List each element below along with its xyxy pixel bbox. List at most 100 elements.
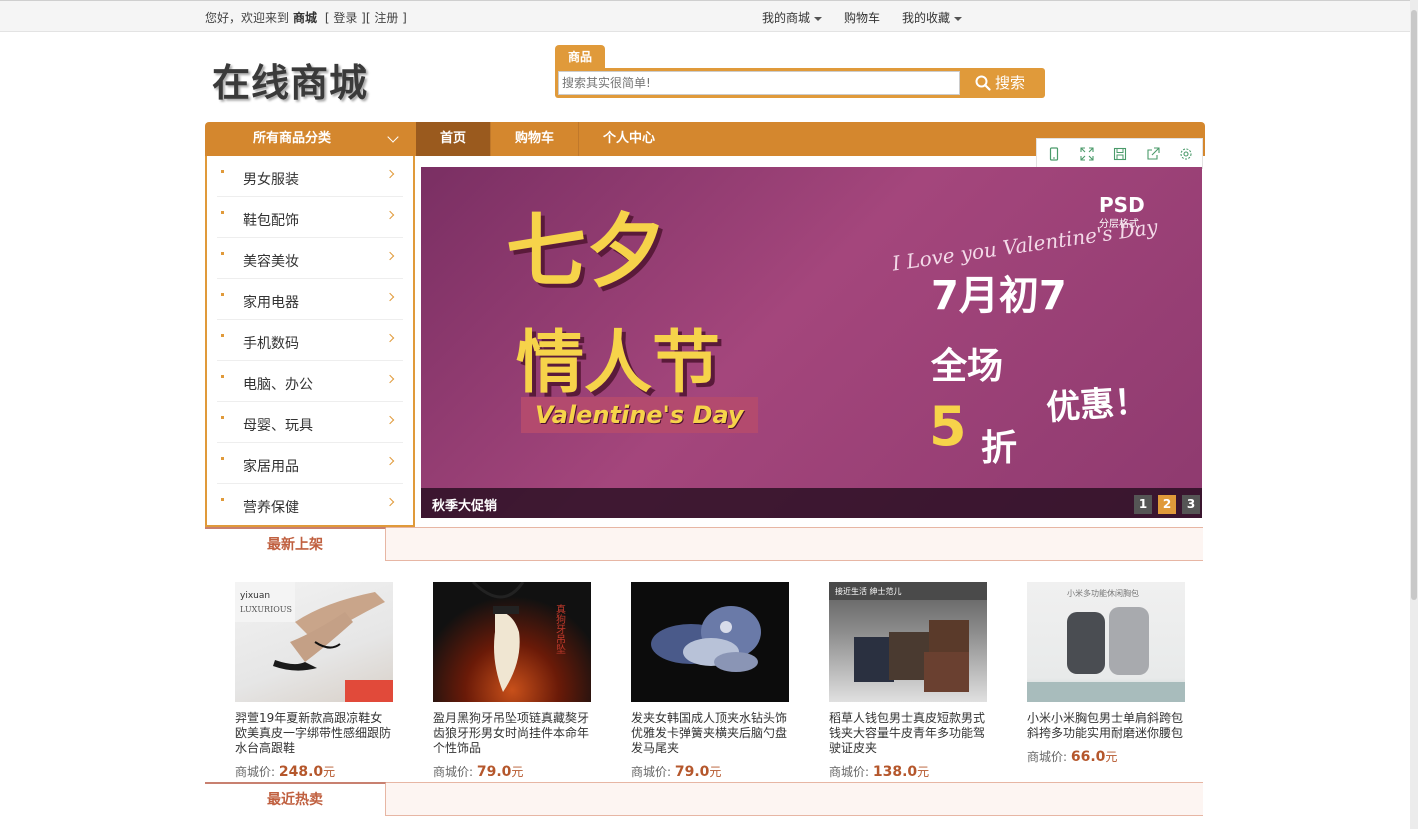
chevron-right-icon	[385, 497, 395, 507]
search-bar: 搜索	[555, 68, 1045, 98]
nav-cart[interactable]: 购物车	[491, 122, 580, 156]
all-categories-label: 所有商品分类	[253, 131, 332, 146]
svg-text:LUXURIOUS: LUXURIOUS	[240, 605, 292, 614]
search-tab[interactable]: 商品	[555, 45, 605, 69]
category-label: 电脑、办公	[243, 377, 313, 393]
greeting-text: 您好，欢迎来到	[205, 11, 290, 25]
nav-profile[interactable]: 个人中心	[579, 122, 679, 156]
product-price: 商城价: 79.0元	[433, 763, 591, 780]
share-icon[interactable]	[1136, 139, 1169, 168]
price-label: 商城价:	[829, 765, 870, 779]
nav-items: 首页 购物车 个人中心	[416, 122, 679, 156]
top-bar: 您好，欢迎来到 商城 [ 登录 ][ 注册 ] 我的商城 购物车 我的收藏	[0, 0, 1410, 32]
search-button-label: 搜索	[995, 74, 1026, 92]
logo[interactable]: 在线商城	[212, 52, 368, 107]
gear-icon[interactable]	[1169, 139, 1202, 168]
category-item[interactable]: 母婴、玩具	[217, 402, 403, 443]
banner-english-text: Valentine's Day	[521, 397, 758, 433]
banner-date: 7月初7	[931, 273, 1067, 319]
category-item[interactable]: 营养保健	[217, 484, 403, 525]
chevron-right-icon	[385, 333, 395, 343]
price-label: 商城价:	[1027, 750, 1068, 764]
bullet-icon	[221, 211, 224, 214]
cart-link[interactable]: 购物车	[844, 9, 880, 26]
chevron-right-icon	[385, 292, 395, 302]
product-name[interactable]: 发夹女韩国成人顶夹水钻头饰优雅发卡弹簧夹横夹后脑勺盘发马尾夹	[631, 711, 789, 757]
favorites-menu[interactable]: 我的收藏	[902, 9, 963, 26]
banner-discount-unit: 折	[981, 428, 1018, 469]
product-name[interactable]: 小米小米胸包男士单肩斜跨包斜挎多功能实用耐磨迷你腰包	[1027, 711, 1185, 742]
product-image[interactable]: yixuan LUXURIOUS	[235, 582, 393, 702]
bullet-icon	[221, 457, 224, 460]
greeting: 您好，欢迎来到 商城 [ 登录 ][ 注册 ]	[205, 9, 407, 26]
favorites-label: 我的收藏	[902, 11, 951, 25]
nav-home[interactable]: 首页	[416, 122, 492, 156]
chevron-right-icon	[385, 415, 395, 425]
category-label: 鞋包配饰	[243, 213, 299, 229]
login-link[interactable]: [ 登录 ]	[325, 11, 366, 25]
product-card[interactable]: yixuan LUXURIOUS 羿萱19年夏新款高跟凉鞋女欧美真皮一字绑带性感细…	[235, 582, 393, 780]
product-image[interactable]: 小米多功能休闲胸包	[1027, 582, 1185, 702]
product-name[interactable]: 羿萱19年夏新款高跟凉鞋女欧美真皮一字绑带性感细跟防水台高跟鞋	[235, 711, 393, 757]
svg-text:真狗牙吊坠: 真狗牙吊坠	[554, 603, 566, 654]
banner-page-2[interactable]: 2	[1158, 495, 1176, 514]
chevron-right-icon	[385, 251, 395, 261]
chevron-down-icon	[954, 16, 963, 21]
site-name[interactable]: 商城	[293, 11, 317, 25]
category-item[interactable]: 男女服装	[217, 156, 403, 197]
register-link[interactable]: [ 注册 ]	[366, 11, 407, 25]
hot-sales-tab[interactable]: 最近热卖	[205, 782, 386, 816]
product-card[interactable]: 小米多功能休闲胸包 小米小米胸包男士单肩斜跨包斜挎多功能实用耐磨迷你腰包 商城价…	[1027, 582, 1185, 780]
banner-psd: PSD	[1099, 193, 1145, 217]
floating-toolbar	[1036, 138, 1203, 169]
svg-text:yixuan: yixuan	[240, 591, 270, 601]
scrollbar-thumb[interactable]	[1411, 10, 1417, 600]
product-card[interactable]: 接近生活 绅士范儿 稻草人钱包男士真皮短款男式钱夹大容量牛皮青年多功能驾驶证皮夹…	[829, 582, 987, 780]
category-item[interactable]: 家用电器	[217, 279, 403, 320]
product-image[interactable]: 真狗牙吊坠	[433, 582, 591, 702]
category-sidebar: 男女服装 鞋包配饰 美容美妆 家用电器 手机数码 电脑、办公 母婴、玩具 家居用…	[205, 156, 415, 527]
category-item[interactable]: 鞋包配饰	[217, 197, 403, 238]
banner-main-text: 七夕	[506, 205, 666, 298]
banner-caption-bar: 秋季大促销 1 2 3	[421, 488, 1202, 518]
search-input[interactable]	[558, 71, 960, 95]
bullet-icon	[221, 498, 224, 501]
banner-page-3[interactable]: 3	[1182, 495, 1200, 514]
bullet-icon	[221, 416, 224, 419]
bullet-icon	[221, 375, 224, 378]
price-unit: 元	[511, 765, 524, 779]
category-item[interactable]: 手机数码	[217, 320, 403, 361]
category-label: 家居用品	[243, 459, 299, 475]
bullet-icon	[221, 252, 224, 255]
svg-text:接近生活 绅士范儿: 接近生活 绅士范儿	[835, 586, 902, 596]
category-label: 手机数码	[243, 336, 299, 352]
new-arrivals-tab[interactable]: 最新上架	[205, 527, 386, 561]
category-label: 男女服装	[243, 172, 299, 188]
product-name[interactable]: 盈月黑狗牙吊坠项链真藏獒牙齿狼牙形男女时尚挂件本命年个性饰品	[433, 711, 591, 757]
scrollbar[interactable]	[1410, 0, 1418, 829]
my-mall-menu[interactable]: 我的商城	[762, 9, 823, 26]
category-item[interactable]: 美容美妆	[217, 238, 403, 279]
category-label: 家用电器	[243, 295, 299, 311]
product-price: 商城价: 79.0元	[631, 763, 789, 780]
product-card[interactable]: 真狗牙吊坠 盈月黑狗牙吊坠项链真藏獒牙齿狼牙形男女时尚挂件本命年个性饰品 商城价…	[433, 582, 591, 780]
category-label: 美容美妆	[243, 254, 299, 270]
search-button[interactable]: 搜索	[975, 72, 1025, 94]
product-image[interactable]	[631, 582, 789, 702]
banner-page-1[interactable]: 1	[1134, 495, 1152, 514]
product-card[interactable]: 发夹女韩国成人顶夹水钻头饰优雅发卡弹簧夹横夹后脑勺盘发马尾夹 商城价: 79.0…	[631, 582, 789, 780]
banner-pager: 1 2 3	[1134, 495, 1200, 514]
product-image[interactable]: 接近生活 绅士范儿	[829, 582, 987, 702]
mobile-icon[interactable]	[1037, 139, 1070, 168]
bullet-icon	[221, 334, 224, 337]
save-icon[interactable]	[1103, 139, 1136, 168]
all-categories-toggle[interactable]: 所有商品分类	[205, 122, 415, 156]
product-name[interactable]: 稻草人钱包男士真皮短款男式钱夹大容量牛皮青年多功能驾驶证皮夹	[829, 711, 987, 757]
price-label: 商城价:	[433, 765, 474, 779]
product-price: 商城价: 66.0元	[1027, 748, 1185, 765]
fullscreen-icon[interactable]	[1070, 139, 1103, 168]
chevron-right-icon	[385, 456, 395, 466]
category-item[interactable]: 电脑、办公	[217, 361, 403, 402]
category-item[interactable]: 家居用品	[217, 443, 403, 484]
promo-banner[interactable]: 七夕 情人节 Valentine's Day PSD 分层格式 I Love y…	[421, 167, 1202, 518]
